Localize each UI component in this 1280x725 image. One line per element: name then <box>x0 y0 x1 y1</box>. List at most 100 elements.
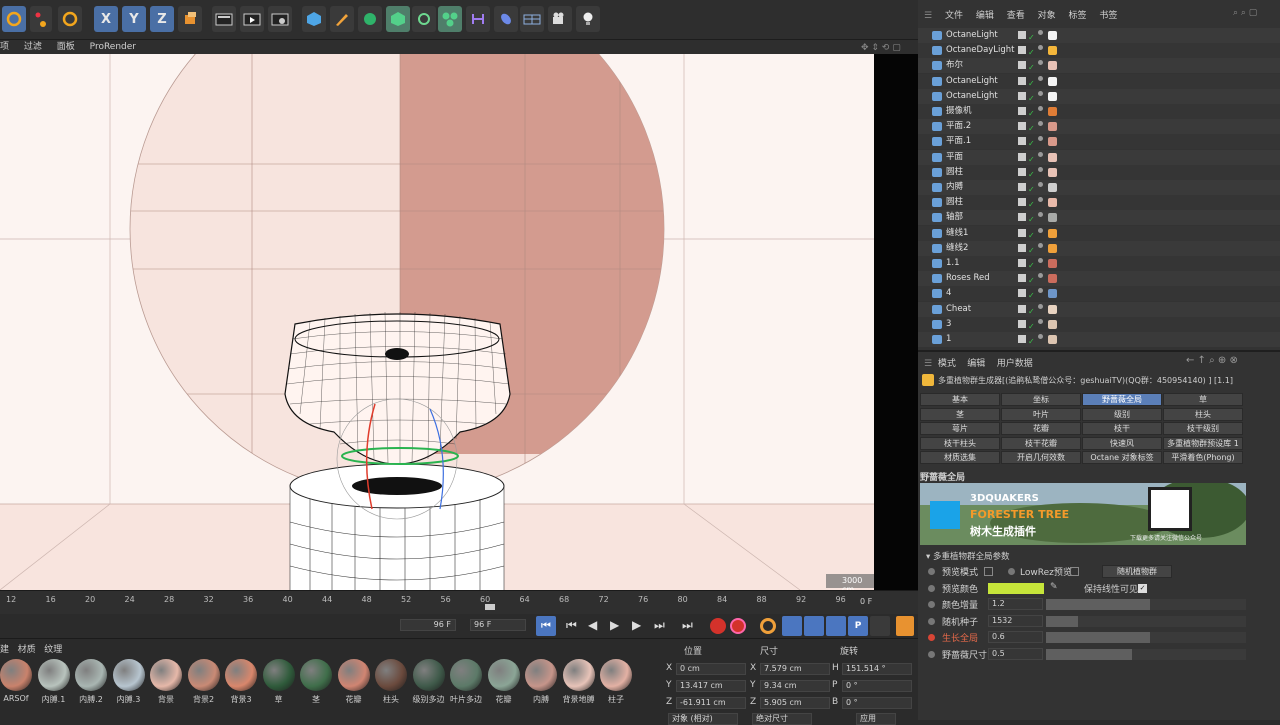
floor-grid-icon[interactable] <box>520 6 544 32</box>
visibility-checkbox-icon[interactable] <box>1018 319 1026 328</box>
material-ball[interactable] <box>300 659 332 691</box>
enabled-check-icon[interactable]: ✓ <box>1028 334 1035 349</box>
position-key-icon[interactable] <box>782 616 802 636</box>
visibility-checkbox-icon[interactable] <box>1018 46 1026 55</box>
visibility-checkbox-icon[interactable] <box>1018 198 1026 207</box>
x-axis-button[interactable]: X <box>94 6 118 32</box>
attribute-tab[interactable]: Octane 对象标签 <box>1082 451 1162 464</box>
editor-dot-icon[interactable] <box>1038 75 1043 81</box>
visibility-checkbox-icon[interactable] <box>1018 289 1026 298</box>
material-tag-icon[interactable] <box>1048 107 1057 116</box>
size-field[interactable]: 7.579 cm <box>760 663 830 675</box>
attribute-tab[interactable]: 枝干花瓣 <box>1001 436 1081 450</box>
keep-linear-checkbox[interactable]: ✓ <box>1138 583 1147 593</box>
om-search-icon[interactable]: ⌕ ⌕ ▢ <box>1233 8 1257 18</box>
attribute-tab[interactable]: 草 <box>1163 393 1243 406</box>
subdivision-icon[interactable] <box>358 6 382 32</box>
plugin-banner[interactable]: 3DQUAKERS FORESTER TREE 树木生成插件 下载更多请关注微信… <box>920 483 1246 545</box>
object-name[interactable]: Roses Red <box>946 271 990 286</box>
material-ball[interactable] <box>262 659 295 691</box>
material-ball[interactable] <box>37 659 70 691</box>
om-menu-object[interactable]: 对象 <box>1038 11 1056 21</box>
object-name[interactable]: OctaneLight <box>946 28 998 43</box>
material-tag-icon[interactable] <box>1048 243 1057 253</box>
editor-dot-icon[interactable] <box>1038 60 1043 66</box>
go-to-end-button[interactable]: ⏭ <box>682 618 693 633</box>
attribute-tab[interactable]: 开启几何效数 <box>1001 451 1081 464</box>
object-name[interactable]: 圆柱 <box>946 165 963 180</box>
material-ball[interactable] <box>450 659 482 691</box>
param-slider[interactable] <box>1046 632 1246 643</box>
attribute-tab[interactable]: 花瓣 <box>1001 422 1081 435</box>
material-ball[interactable] <box>112 659 145 691</box>
material-tag-icon[interactable] <box>1048 319 1057 329</box>
object-row[interactable]: 缝线1 ✓ <box>918 225 1280 241</box>
viewport-menu-item[interactable]: 项 <box>0 42 9 52</box>
visibility-checkbox-icon[interactable] <box>1018 91 1026 100</box>
object-row[interactable]: OctaneLight ✓ <box>918 28 1280 43</box>
material-ball[interactable] <box>600 659 632 691</box>
editor-dot-icon[interactable] <box>1038 166 1043 172</box>
viewport-menu-item[interactable]: 过滤 <box>24 42 42 52</box>
object-name[interactable]: OctaneLight <box>946 89 998 104</box>
object-name[interactable]: 平面.2 <box>946 119 971 134</box>
render-view-icon[interactable] <box>212 6 236 32</box>
editor-dot-icon[interactable] <box>1038 318 1043 324</box>
material-ball[interactable] <box>225 659 257 691</box>
previous-frame-button[interactable]: ◀ <box>588 618 597 632</box>
editor-dot-icon[interactable] <box>1038 151 1043 157</box>
material-ball[interactable] <box>75 659 107 691</box>
param-value-field[interactable]: 0.5 <box>988 647 1043 660</box>
editor-dot-icon[interactable] <box>1038 334 1043 339</box>
object-name[interactable]: 平面 <box>946 150 963 165</box>
material-tag-icon[interactable] <box>1048 91 1057 101</box>
editor-dot-icon[interactable] <box>1038 90 1043 96</box>
object-row[interactable]: 4 ✓ <box>918 286 1280 302</box>
visibility-checkbox-icon[interactable] <box>1018 167 1026 176</box>
eyedropper-icon[interactable]: ✎ <box>1050 582 1058 592</box>
param-value-field[interactable]: 1532 <box>988 614 1043 627</box>
size-mode-select[interactable]: 绝对尺寸 <box>752 713 812 725</box>
refresh-icon[interactable] <box>58 6 82 32</box>
undo-icon[interactable] <box>2 6 26 32</box>
editor-dot-icon[interactable] <box>1038 136 1043 142</box>
autokey-icon[interactable] <box>730 618 746 634</box>
attribute-tab[interactable]: 枝干级别 <box>1163 422 1243 435</box>
editor-dot-icon[interactable] <box>1038 303 1043 309</box>
object-row[interactable]: 平面 ✓ <box>918 149 1280 165</box>
object-name[interactable]: 3 <box>946 317 951 332</box>
object-name[interactable]: 缝线2 <box>946 241 968 256</box>
attribute-tab[interactable]: 基本 <box>920 393 1000 406</box>
attribute-tab[interactable]: 快速风 <box>1082 436 1162 450</box>
editor-dot-icon[interactable] <box>1038 45 1043 51</box>
param-anim-dot-icon[interactable] <box>1008 568 1015 575</box>
object-row[interactable]: 内膊 ✓ <box>918 180 1280 195</box>
material-tag-icon[interactable] <box>1048 46 1057 56</box>
object-row[interactable]: 轴部 ✓ <box>918 210 1280 226</box>
object-name[interactable]: 1 <box>946 332 951 347</box>
material-tag-icon[interactable] <box>1048 61 1057 71</box>
object-row[interactable]: 圆柱 ✓ <box>918 164 1280 180</box>
parameter-key-icon[interactable]: P <box>848 616 868 636</box>
measure-icon[interactable] <box>466 6 490 32</box>
editor-dot-icon[interactable] <box>1038 288 1043 294</box>
material-ball[interactable] <box>337 659 370 691</box>
render-settings-gear-icon[interactable] <box>268 6 292 32</box>
material-tag-icon[interactable] <box>1048 198 1057 208</box>
position-field[interactable]: 13.417 cm <box>676 680 746 692</box>
end-frame-field[interactable]: 96 F <box>470 619 526 631</box>
object-name[interactable]: 缝线1 <box>946 226 968 241</box>
z-axis-button[interactable]: Z <box>150 6 174 32</box>
object-name[interactable]: OctaneLight <box>946 74 998 89</box>
material-tag-icon[interactable] <box>1048 122 1057 132</box>
timeline-playhead[interactable] <box>485 604 495 610</box>
material-ball[interactable] <box>375 659 407 691</box>
attribute-tab[interactable]: 平滑着色(Phong) <box>1163 451 1243 464</box>
object-name[interactable]: 1.1 <box>946 256 960 271</box>
object-name[interactable]: 摄像机 <box>946 104 972 119</box>
attribute-tab[interactable]: 级别 <box>1082 407 1162 421</box>
attribute-tab[interactable]: 坐标 <box>1001 393 1081 406</box>
material-ball[interactable] <box>150 659 182 691</box>
param-anim-dot-icon[interactable] <box>928 601 935 608</box>
rotation-key-icon[interactable] <box>826 616 846 636</box>
